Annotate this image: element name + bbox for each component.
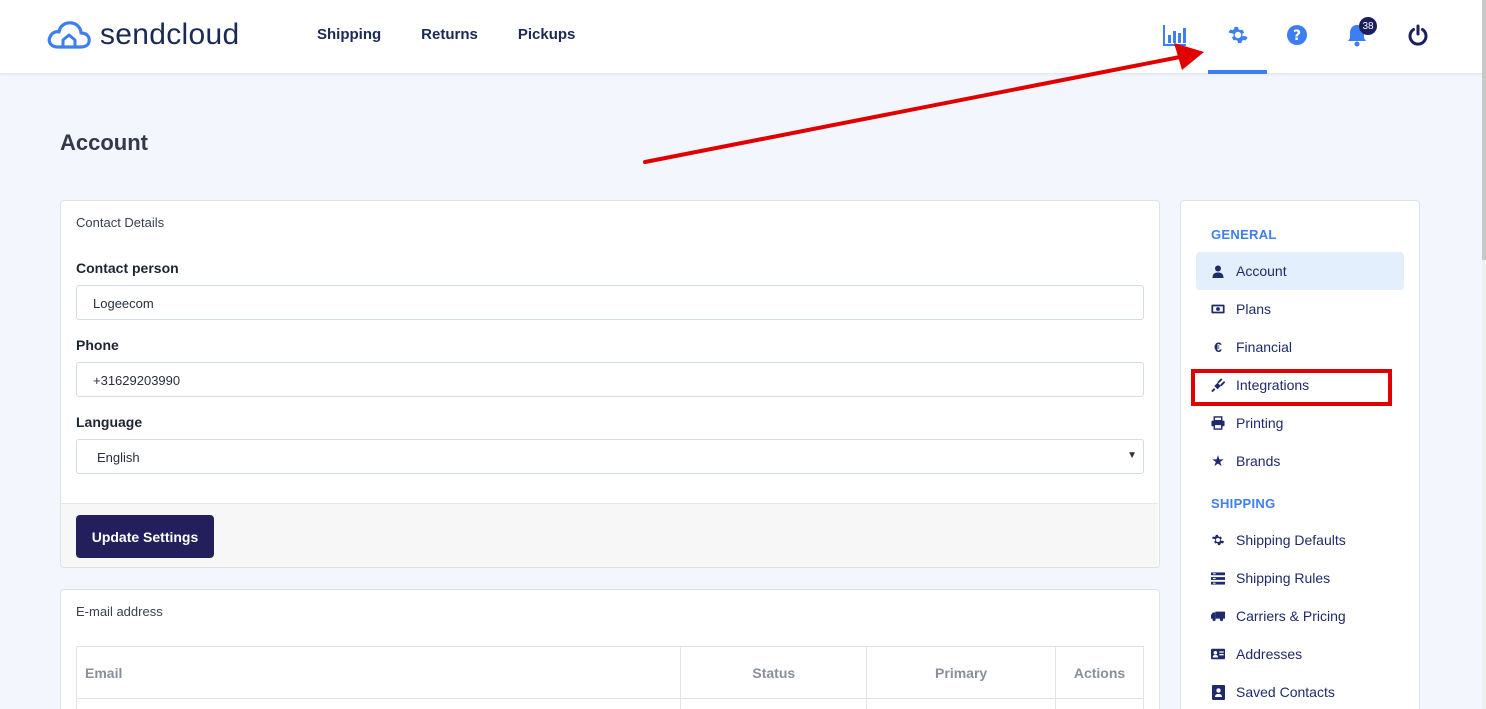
address-card-icon [1211, 647, 1225, 661]
truck-icon [1211, 609, 1225, 623]
contact-book-icon [1211, 684, 1225, 700]
select-arrow-icon: ▼ [1127, 450, 1137, 461]
language-selected-value: English [97, 450, 140, 465]
column-header-primary: Primary [866, 646, 1057, 699]
sidebar-heading-general: GENERAL [1211, 227, 1277, 242]
cloud-icon [47, 21, 91, 49]
email-table: Email Status Primary Actions [75, 646, 1144, 709]
column-header-email: Email [75, 646, 682, 699]
sidebar-item-carriers-pricing[interactable]: Carriers & Pricing [1196, 597, 1404, 635]
sidebar-item-shipping-rules[interactable]: Shipping Rules [1196, 559, 1404, 597]
sidebar-heading-shipping: SHIPPING [1211, 496, 1276, 511]
top-bar: sendcloud Shipping Returns Pickups [0, 0, 1482, 74]
nav-pickups[interactable]: Pickups [518, 26, 576, 43]
table-row [75, 698, 1144, 709]
contact-details-card: Contact Details Contact person Logeecom … [60, 200, 1160, 568]
rules-icon [1211, 571, 1225, 585]
settings-gear-icon[interactable] [1223, 20, 1253, 50]
nav-shipping[interactable]: Shipping [317, 26, 381, 43]
annotation-highlight-box [1191, 369, 1392, 406]
column-header-actions: Actions [1055, 646, 1144, 699]
notification-badge: 38 [1359, 17, 1377, 35]
sidebar-item-label: Brands [1236, 453, 1281, 469]
settings-sidebar: GENERAL Account Plans € Financial Integr… [1180, 200, 1420, 709]
money-icon [1211, 302, 1225, 316]
page-title: Account [60, 130, 148, 155]
sidebar-item-label: Financial [1236, 339, 1293, 355]
sendcloud-logo[interactable]: sendcloud [46, 18, 239, 52]
page-scrollbar-thumb[interactable] [1482, 0, 1486, 260]
main-nav: Shipping Returns Pickups [317, 26, 575, 43]
sidebar-item-label: Plans [1236, 301, 1272, 317]
printer-icon [1211, 416, 1225, 430]
sidebar-item-label: Carriers & Pricing [1236, 608, 1346, 624]
contact-person-input[interactable]: Logeecom [76, 285, 1144, 320]
gear-icon [1211, 533, 1225, 547]
sidebar-item-label: Saved Contacts [1236, 684, 1335, 700]
sidebar-item-plans[interactable]: Plans [1196, 290, 1404, 328]
svg-text:?: ? [1293, 28, 1301, 44]
sidebar-item-label: Shipping Defaults [1236, 532, 1346, 548]
column-header-status: Status [680, 646, 868, 699]
active-tab-indicator [1208, 70, 1267, 74]
sidebar-item-addresses[interactable]: Addresses [1196, 635, 1404, 673]
sidebar-item-saved-contacts[interactable]: Saved Contacts [1196, 673, 1404, 709]
card-title: E-mail address [76, 604, 163, 619]
euro-icon: € [1214, 339, 1222, 355]
update-settings-button[interactable]: Update Settings [76, 515, 214, 558]
sidebar-item-label: Addresses [1236, 646, 1303, 662]
nav-returns[interactable]: Returns [421, 26, 478, 43]
user-icon [1211, 264, 1225, 278]
help-icon[interactable]: ? [1282, 20, 1312, 50]
phone-label: Phone [76, 337, 119, 353]
card-title: Contact Details [76, 215, 165, 230]
logo-text: sendcloud [100, 18, 240, 51]
sidebar-item-label: Shipping Rules [1236, 570, 1331, 586]
analytics-icon[interactable] [1160, 20, 1190, 50]
sidebar-item-brands[interactable]: ★ Brands [1196, 442, 1404, 480]
sidebar-item-printing[interactable]: Printing [1196, 404, 1404, 442]
email-address-card: E-mail address Email Status Primary Acti… [60, 589, 1160, 709]
card-footer: Update Settings [61, 503, 1158, 567]
contact-person-label: Contact person [76, 260, 179, 276]
power-icon[interactable] [1403, 20, 1433, 50]
sidebar-item-shipping-defaults[interactable]: Shipping Defaults [1196, 521, 1404, 559]
star-icon: ★ [1211, 453, 1225, 470]
sidebar-item-account[interactable]: Account [1196, 252, 1404, 290]
language-label: Language [76, 414, 143, 430]
sidebar-item-label: Account [1236, 263, 1287, 279]
language-select[interactable]: English ▼ [76, 439, 1144, 474]
sidebar-item-financial[interactable]: € Financial [1196, 328, 1404, 366]
phone-input[interactable]: +31629203990 [76, 362, 1144, 397]
sidebar-item-label: Printing [1236, 415, 1284, 431]
